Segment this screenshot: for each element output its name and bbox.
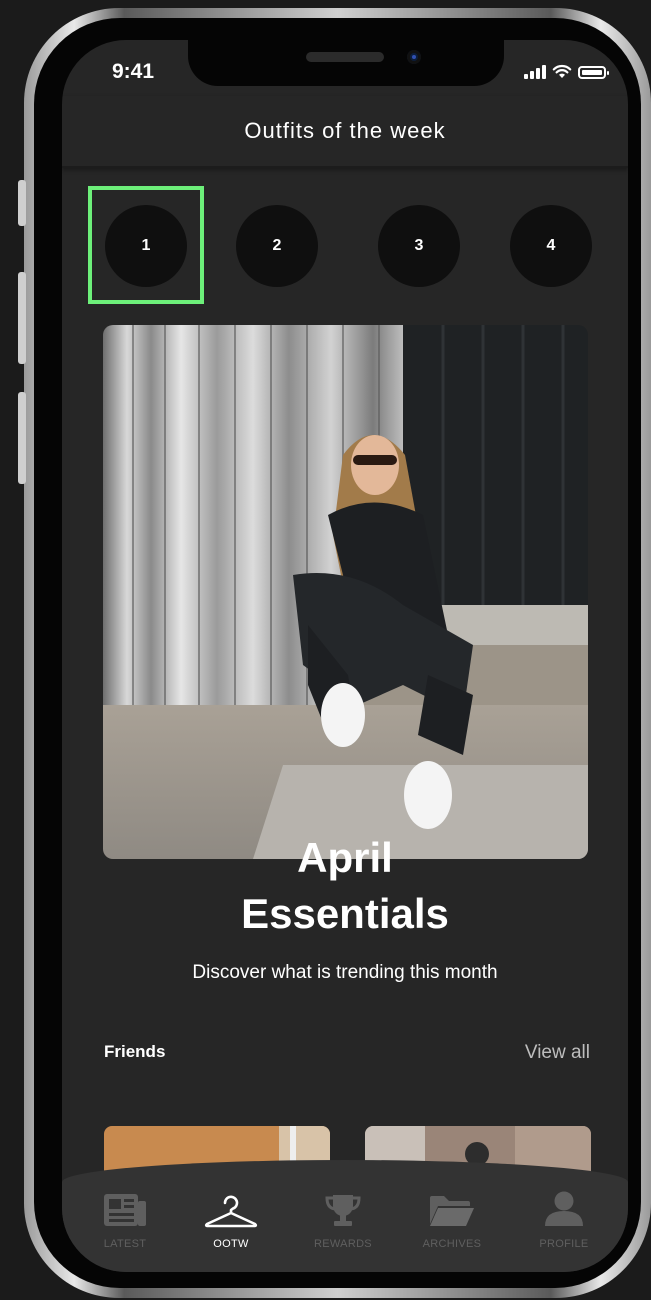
volume-up-button — [18, 272, 26, 364]
app-screen: 9:41 Outfits of the week 1 2 3 4 April E… — [62, 40, 628, 1272]
tab-latest[interactable]: LATEST — [75, 1186, 175, 1250]
trophy-icon — [325, 1195, 361, 1226]
tab-ootw[interactable]: OOTW — [181, 1186, 281, 1250]
week-3-button[interactable]: 3 — [378, 205, 460, 287]
status-icons — [524, 64, 609, 79]
mute-switch — [18, 180, 26, 226]
volume-down-button — [18, 392, 26, 484]
tab-latest-label: LATEST — [103, 1238, 147, 1250]
newspaper-icon — [104, 1194, 146, 1226]
folder-icon — [430, 1196, 474, 1226]
view-all-link[interactable]: View all — [525, 1042, 590, 1064]
status-time: 9:41 — [112, 60, 155, 83]
tab-archives-label: ARCHIVES — [422, 1238, 482, 1250]
front-camera — [407, 50, 421, 64]
outfit-photo-illustration — [103, 325, 588, 859]
tab-archives[interactable]: ARCHIVES — [402, 1186, 502, 1250]
tab-profile-label: PROFILE — [539, 1238, 589, 1250]
hero-title-line-1: April — [297, 834, 393, 881]
hero-title: April Essentials — [62, 830, 628, 942]
tab-rewards[interactable]: REWARDS — [293, 1186, 393, 1250]
hero-subtitle: Discover what is trending this month — [192, 962, 498, 983]
hanger-icon — [204, 1195, 258, 1228]
friends-heading: Friends — [104, 1042, 166, 1061]
tab-rewards-label: REWARDS — [314, 1238, 372, 1250]
week-2-button[interactable]: 2 — [236, 205, 318, 287]
page-title: Outfits of the week — [244, 118, 446, 143]
wifi-icon — [552, 64, 572, 78]
hero-title-line-2: Essentials — [241, 890, 449, 937]
header: Outfits of the week — [62, 96, 628, 168]
week-4-button[interactable]: 4 — [510, 205, 592, 287]
tab-profile[interactable]: PROFILE — [514, 1186, 614, 1250]
battery-icon — [578, 66, 609, 79]
tab-ootw-label: OOTW — [213, 1238, 249, 1250]
hero-outfit-photo[interactable] — [103, 325, 588, 859]
bottom-tab-bar: LATEST OOTW REWARDS ARCHIVES PROFILE — [62, 1160, 628, 1272]
notch — [188, 40, 504, 86]
selected-week-outline — [88, 186, 204, 304]
signal-icon — [524, 65, 546, 79]
speaker-grille — [306, 52, 384, 62]
user-icon — [545, 1191, 583, 1226]
